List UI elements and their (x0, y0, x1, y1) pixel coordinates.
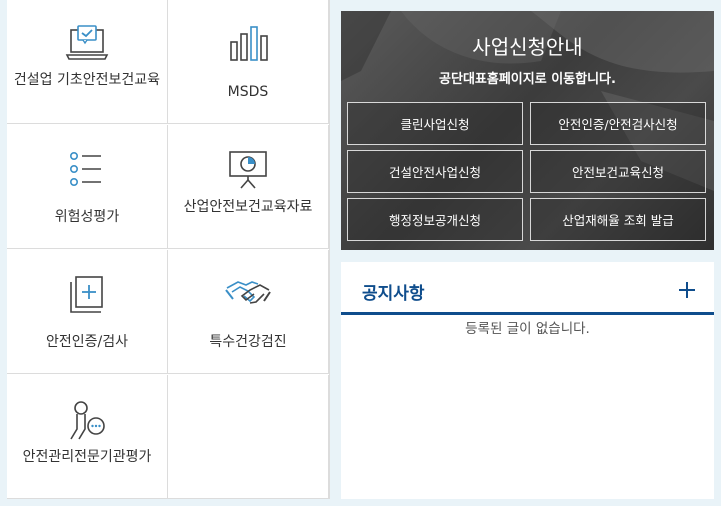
menu-label: 안전관리전문기관평가 (22, 449, 152, 465)
plus-icon[interactable] (677, 280, 697, 300)
clean-business-button[interactable]: 클린사업신청 (347, 102, 523, 145)
menu-label: MSDS (227, 84, 269, 100)
menu-safety-certification[interactable]: 안전인증/검사 (7, 250, 168, 374)
menu-label: 특수건강검진 (209, 334, 287, 350)
notice-title: 공지사항 (362, 284, 425, 304)
menu-agency-evaluation[interactable]: 안전관리전문기관평가 (7, 375, 168, 499)
menu-msds[interactable]: MSDS (168, 0, 329, 124)
banner-title: 사업신청안내 (472, 35, 583, 59)
safety-education-button[interactable]: 안전보건교육신청 (530, 150, 706, 193)
handshake-icon (225, 281, 271, 304)
banner-subtitle: 공단대표홈페이지로 이동합니다. (439, 72, 616, 87)
business-application-banner: 사업신청안내 공단대표홈페이지로 이동합니다. 클린사업신청 안전인증/안전검사… (341, 11, 714, 250)
service-menu-grid: 건설업 기초안전보건교육 MSDS 위험성평가 산업안전보건교육자료 안전인증/… (7, 0, 330, 499)
safety-inspection-button[interactable]: 안전인증/안전검사신청 (530, 102, 706, 145)
notice-panel: 공지사항 등록된 글이 없습니다. (341, 262, 714, 499)
info-disclosure-button[interactable]: 행정정보공개신청 (347, 198, 523, 241)
menu-label: 산업안전보건교육자료 (183, 199, 313, 215)
menu-construction-education[interactable]: 건설업 기초안전보건교육 (7, 0, 168, 124)
menu-label: 위험성평가 (54, 209, 120, 225)
list-icon (70, 151, 101, 186)
menu-label: 건설업 기초안전보건교육 (13, 72, 161, 88)
bar-chart-icon (230, 26, 268, 61)
menu-empty-cell (168, 375, 329, 499)
menu-label: 안전인증/검사 (46, 334, 128, 350)
menu-education-material[interactable]: 산업안전보건교육자료 (168, 125, 329, 249)
add-square-icon (70, 276, 103, 313)
presentation-board-icon (229, 151, 267, 189)
notice-empty-message: 등록된 글이 없습니다. (465, 321, 590, 337)
menu-risk-assessment[interactable]: 위험성평가 (7, 125, 168, 249)
construction-safety-button[interactable]: 건설안전사업신청 (347, 150, 523, 193)
menu-special-health-checkup[interactable]: 특수건강검진 (168, 250, 329, 374)
person-chat-icon (70, 401, 105, 440)
accident-rate-button[interactable]: 산업재해율 조회 발급 (530, 198, 706, 241)
laptop-check-icon (65, 25, 109, 60)
notice-divider (341, 312, 714, 315)
